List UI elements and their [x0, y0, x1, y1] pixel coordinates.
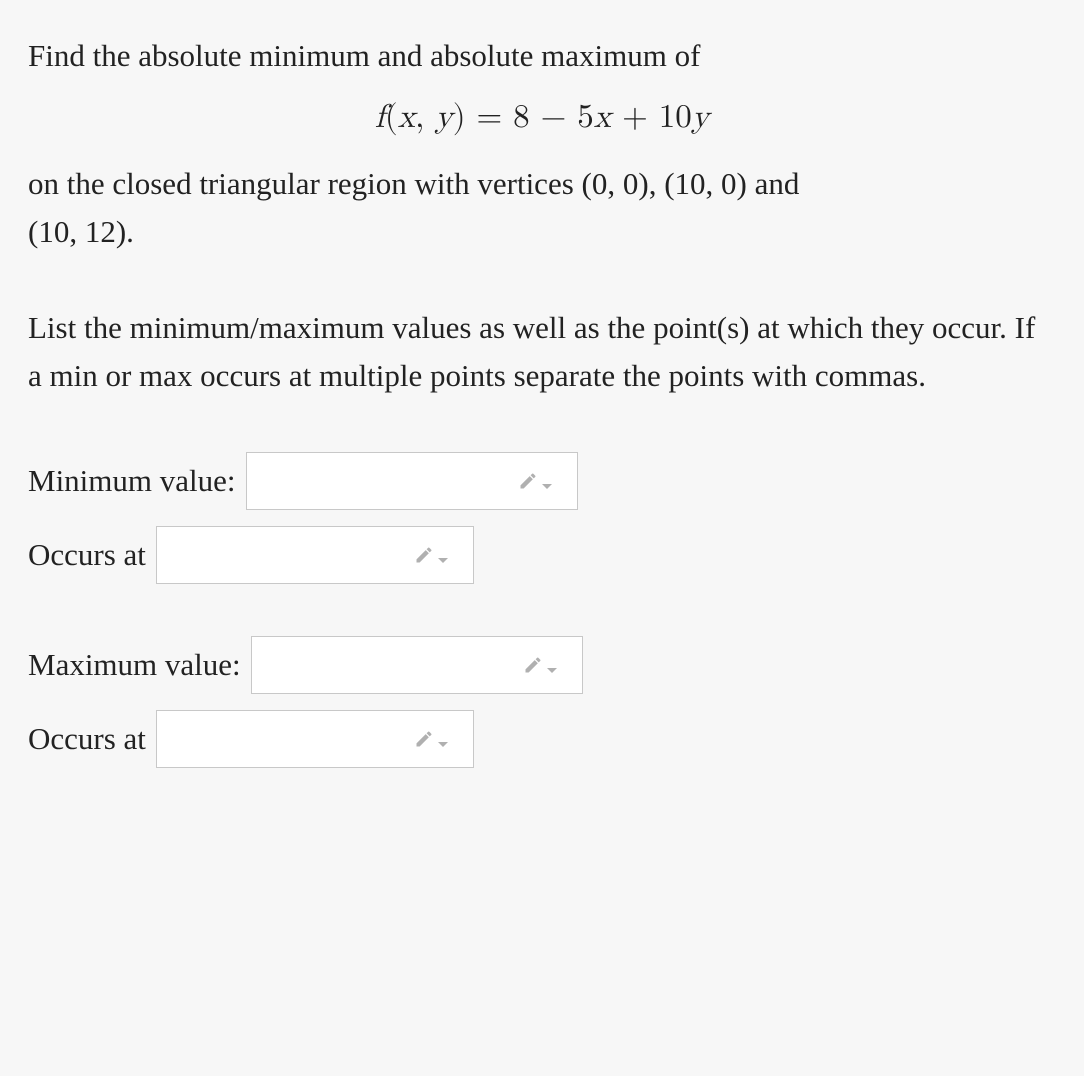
chevron-down-icon	[438, 742, 448, 747]
instructions-text: List the minimum/maximum values as well …	[28, 304, 1056, 400]
max-value-row: Maximum value:	[28, 636, 1056, 694]
min-at-label: Occurs at	[28, 537, 146, 573]
min-at-input-box[interactable]	[156, 526, 474, 584]
pencil-icon	[414, 729, 434, 749]
edit-dropdown-button[interactable]	[403, 729, 459, 749]
chevron-down-icon	[438, 558, 448, 563]
min-value-input-box[interactable]	[246, 452, 578, 510]
min-at-row: Occurs at	[28, 526, 1056, 584]
intro-text: Find the absolute minimum and absolute m…	[28, 32, 1056, 80]
chevron-down-icon	[547, 668, 557, 673]
min-value-input[interactable]	[247, 453, 507, 509]
min-value-row: Minimum value:	[28, 452, 1056, 510]
max-value-input-box[interactable]	[251, 636, 583, 694]
pencil-icon	[414, 545, 434, 565]
min-value-label: Minimum value:	[28, 463, 236, 499]
max-at-input[interactable]	[157, 711, 403, 767]
max-value-label: Maximum value:	[28, 647, 241, 683]
question-page: Find the absolute minimum and absolute m…	[0, 0, 1084, 832]
region-text: on the closed triangular region with ver…	[28, 160, 1056, 256]
equation: f(x, y) = 8 − 5x + 10y	[28, 98, 1056, 138]
answer-section: Minimum value: Occurs at	[28, 452, 1056, 768]
chevron-down-icon	[542, 484, 552, 489]
pencil-icon	[523, 655, 543, 675]
max-at-input-box[interactable]	[156, 710, 474, 768]
max-at-label: Occurs at	[28, 721, 146, 757]
max-value-input[interactable]	[252, 637, 512, 693]
edit-dropdown-button[interactable]	[507, 471, 563, 491]
min-at-input[interactable]	[157, 527, 403, 583]
max-at-row: Occurs at	[28, 710, 1056, 768]
edit-dropdown-button[interactable]	[403, 545, 459, 565]
edit-dropdown-button[interactable]	[512, 655, 568, 675]
pencil-icon	[518, 471, 538, 491]
